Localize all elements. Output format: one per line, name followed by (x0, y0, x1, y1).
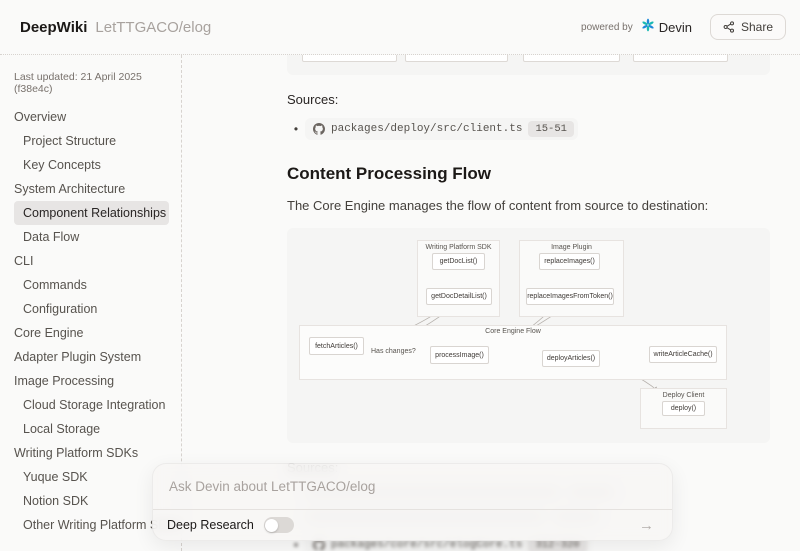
node-replace-images-from-token: replaceImagesFromToken() (526, 288, 614, 305)
sidebar-item-project-structure[interactable]: Project Structure (14, 129, 171, 153)
node-get-doc-detail-list: getDocDetailList() (426, 288, 492, 305)
sidebar-item-adapter-plugin-system[interactable]: Adapter Plugin System (14, 345, 171, 369)
diagram-box-partial (405, 55, 508, 62)
node-get-doc-list: getDocList() (432, 253, 485, 270)
sources-heading: Sources: (287, 92, 770, 107)
devin-label: Devin (659, 20, 692, 35)
sidebar-item-component-relationships[interactable]: Component Relationships (14, 201, 169, 225)
source-line-range: 15-51 (528, 121, 574, 137)
devin-logo-icon (641, 18, 655, 37)
list-bullet: • (287, 122, 305, 136)
ask-devin-input[interactable] (153, 464, 672, 509)
node-write-article-cache: writeArticleCache() (649, 346, 717, 363)
diagram-box-partial (302, 55, 397, 62)
share-button-label: Share (741, 20, 773, 34)
section-intro-text: The Core Engine manages the flow of cont… (287, 198, 770, 213)
page-section-title: Content Processing Flow (287, 164, 770, 184)
github-icon (313, 123, 325, 135)
node-replace-images: replaceImages() (539, 253, 600, 270)
diagram-box-partial (633, 55, 728, 62)
sidebar-item-yuque-sdk[interactable]: Yuque SDK (14, 465, 171, 489)
last-updated-text: Last updated: 21 April 2025 (f38e4c) (14, 71, 171, 95)
deep-research-toggle[interactable] (264, 517, 294, 533)
devin-link[interactable]: Devin (641, 18, 692, 37)
group-title: Deploy Client (641, 389, 726, 399)
sidebar-item-other-writing-platform-sdks[interactable]: Other Writing Platform SDKs (14, 513, 171, 537)
toggle-knob (265, 519, 278, 532)
content-processing-flow-diagram: Writing Platform SDK Image Plugin Core E… (287, 228, 770, 443)
node-deploy: deploy() (662, 401, 705, 416)
share-icon (723, 21, 735, 33)
group-title: Writing Platform SDK (418, 241, 499, 251)
deep-research-label: Deep Research (167, 518, 254, 532)
sidebar-item-core-engine[interactable]: Core Engine (14, 321, 171, 345)
node-deploy-articles: deployArticles() (542, 350, 600, 367)
sidebar-item-writing-platform-sdks[interactable]: Writing Platform SDKs (14, 441, 171, 465)
sidebar-item-overview[interactable]: Overview (14, 105, 171, 129)
edge-label-has-changes: Has changes? (371, 348, 416, 355)
submit-arrow-icon[interactable]: → (635, 516, 658, 535)
diagram-box-partial (523, 55, 620, 62)
group-writing-platform-sdk: Writing Platform SDK (417, 240, 500, 317)
node-process-image: processImage() (430, 346, 489, 364)
ask-devin-panel: Deep Research → (152, 463, 673, 541)
sidebar-item-system-architecture[interactable]: System Architecture (14, 177, 171, 201)
sidebar-item-notion-sdk[interactable]: Notion SDK (14, 489, 171, 513)
source-link[interactable]: packages/deploy/src/client.ts 15-51 (305, 118, 578, 140)
share-button[interactable]: Share (710, 14, 786, 40)
sidebar-item-data-flow[interactable]: Data Flow (14, 225, 171, 249)
node-fetch-articles: fetchArticles() (309, 337, 364, 355)
previous-diagram-partial (287, 55, 770, 75)
group-image-plugin: Image Plugin (519, 240, 624, 317)
source-row: • packages/deploy/src/client.ts 15-51 (287, 118, 770, 140)
sidebar-item-local-storage[interactable]: Local Storage (14, 417, 171, 441)
top-bar: DeepWiki LetTTGACO/elog powered by Devin (0, 0, 800, 55)
brand-logo[interactable]: DeepWiki (20, 19, 87, 36)
powered-by-label: powered by (581, 22, 633, 33)
source-path: packages/deploy/src/client.ts (331, 123, 522, 135)
group-title: Image Plugin (520, 241, 623, 251)
group-title: Core Engine Flow (300, 328, 726, 335)
sidebar-item-configuration[interactable]: Configuration (14, 297, 171, 321)
sidebar-item-key-concepts[interactable]: Key Concepts (14, 153, 171, 177)
sidebar-item-cloud-storage-integration[interactable]: Cloud Storage Integration (14, 393, 171, 417)
sidebar-item-cli[interactable]: CLI (14, 249, 171, 273)
repo-title[interactable]: LetTTGACO/elog (95, 19, 211, 36)
sidebar-item-image-processing[interactable]: Image Processing (14, 369, 171, 393)
sidebar-item-commands[interactable]: Commands (14, 273, 171, 297)
